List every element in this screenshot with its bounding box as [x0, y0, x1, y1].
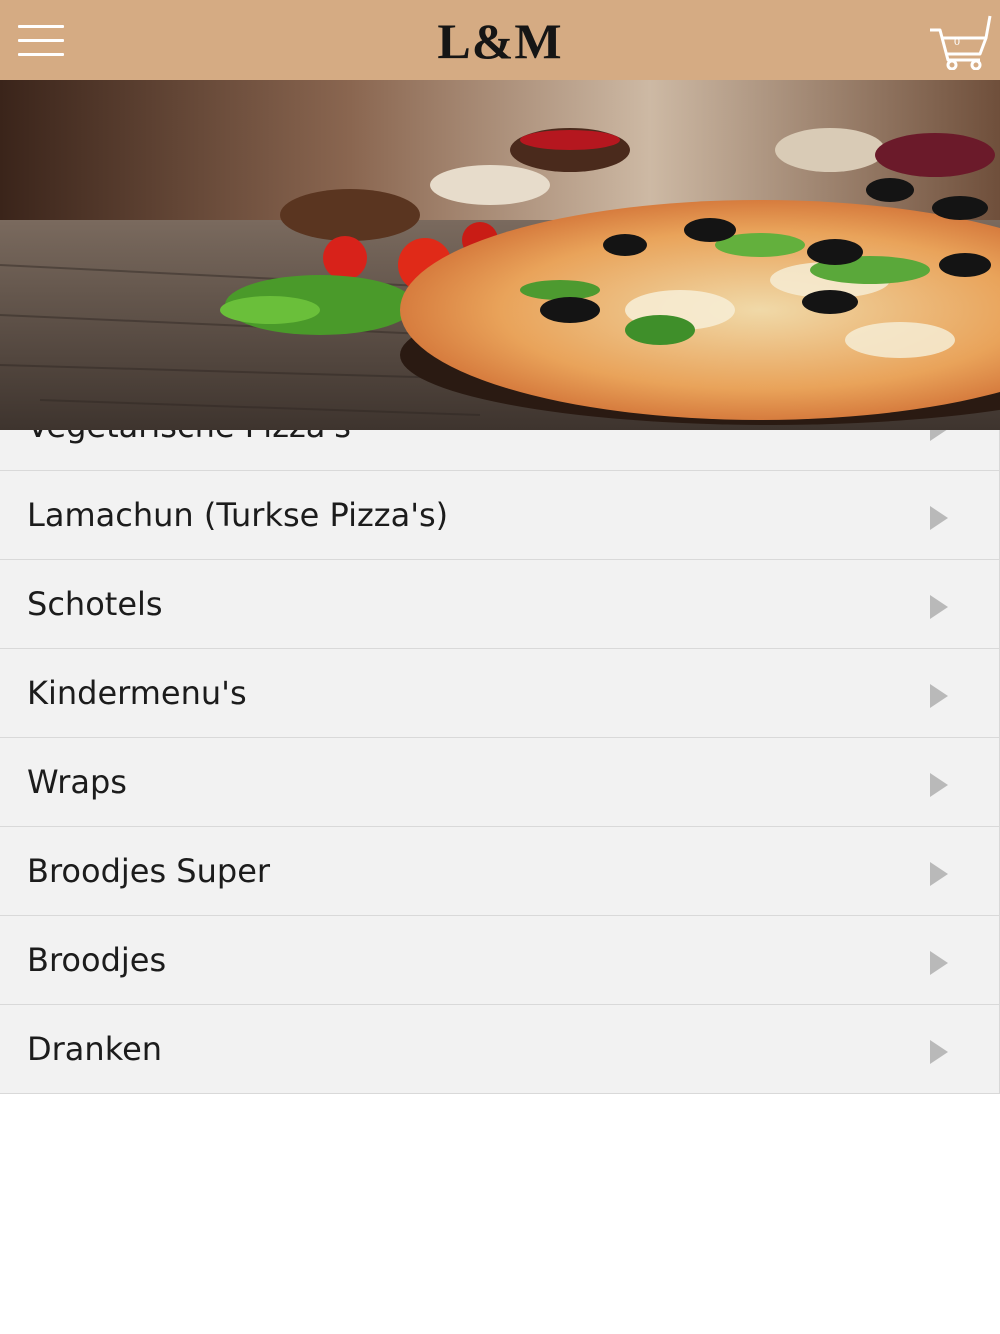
category-label: Wraps	[27, 763, 127, 801]
cart-count-badge: 0	[954, 34, 960, 48]
category-label: Broodjes Super	[27, 852, 271, 890]
category-label: Kindermenu's	[27, 674, 247, 712]
category-item-kindermenus[interactable]: Kindermenu's	[0, 649, 999, 738]
category-item-wraps[interactable]: Wraps	[0, 738, 999, 827]
brand-logo: L&M	[437, 13, 563, 69]
category-item-dranken[interactable]: Dranken	[0, 1005, 999, 1094]
category-item-schotels[interactable]: Schotels	[0, 560, 999, 649]
category-label: Lamachun (Turkse Pizza's)	[27, 496, 449, 534]
category-item-broodjes[interactable]: Broodjes	[0, 916, 999, 1005]
chevron-right-icon	[930, 595, 948, 619]
category-label: Broodjes	[27, 941, 167, 979]
top-bar: L&M 0	[0, 0, 1000, 80]
category-label: Dranken	[27, 1030, 163, 1068]
chevron-right-icon	[930, 1040, 948, 1064]
category-item-broodjes-super[interactable]: Broodjes Super	[0, 827, 999, 916]
category-list: Vegetarische Pizza's Lamachun (Turkse Pi…	[0, 382, 1000, 1094]
category-label: Schotels	[27, 585, 163, 623]
chevron-right-icon	[930, 773, 948, 797]
chevron-right-icon	[930, 506, 948, 530]
pizza-banner-image	[0, 80, 1000, 430]
chevron-right-icon	[930, 862, 948, 886]
category-item-lamachun[interactable]: Lamachun (Turkse Pizza's)	[0, 471, 999, 560]
chevron-right-icon	[930, 951, 948, 975]
chevron-right-icon	[930, 684, 948, 708]
